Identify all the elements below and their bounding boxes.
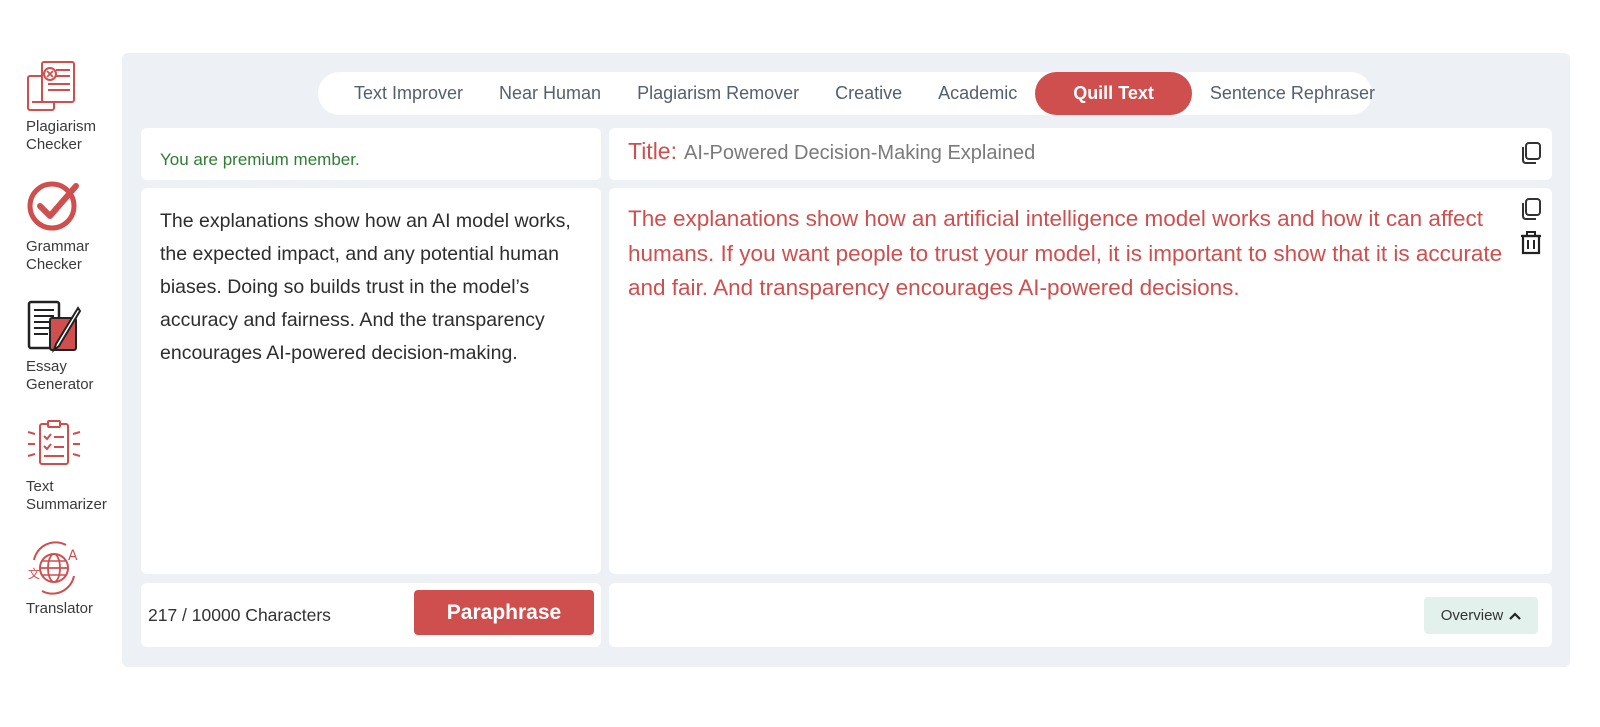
tab-creative[interactable]: Creative	[817, 72, 920, 115]
sidebar-item-label-line1: Grammar	[26, 238, 90, 255]
overview-label: Overview	[1440, 607, 1504, 624]
copy-output-icon[interactable]	[1518, 196, 1544, 222]
tab-quill-text[interactable]: Quill Text	[1035, 72, 1192, 115]
sidebar-item-essay-generator[interactable]: Essay Generator	[26, 298, 118, 394]
sidebar-item-text-summarizer[interactable]: Text Summarizer	[26, 418, 118, 514]
text-summarizer-icon	[27, 420, 81, 465]
output-text-area: The explanations show how an artificial …	[609, 188, 1552, 574]
sidebar-item-grammar-checker[interactable]: Grammar Checker	[26, 178, 118, 274]
sidebar-item-label-line2: Checker	[26, 136, 82, 153]
sidebar-item-label-line1: Text	[26, 478, 54, 495]
output-footer: Overview	[609, 583, 1552, 647]
trash-icon[interactable]	[1518, 230, 1544, 256]
output-text: The explanations show how an artificial …	[628, 206, 1503, 300]
output-title-card: Title: AI-Powered Decision-Making Explai…	[609, 128, 1552, 180]
mode-tabs: Text Improver Near Human Plagiarism Remo…	[318, 72, 1375, 115]
sidebar-item-label-line2: Generator	[26, 376, 94, 393]
tab-sentence-rephraser[interactable]: Sentence Rephraser	[1192, 72, 1393, 115]
tab-plagiarism-remover[interactable]: Plagiarism Remover	[619, 72, 817, 115]
copy-title-icon[interactable]	[1518, 140, 1544, 166]
paraphrase-button[interactable]: Paraphrase	[414, 590, 594, 635]
character-count: 217 / 10000 Characters	[148, 605, 331, 625]
title-value: AI-Powered Decision-Making Explained	[684, 142, 1036, 164]
title-label: Title:	[628, 138, 677, 164]
overview-button[interactable]: Overview	[1424, 597, 1538, 634]
translator-icon: 文 A	[28, 541, 78, 595]
grammar-checker-icon	[27, 181, 79, 231]
premium-status-text: You are premium member.	[160, 150, 360, 169]
chevron-up-icon	[1509, 611, 1522, 620]
input-text[interactable]: The explanations show how an AI model wo…	[160, 205, 588, 370]
sidebar-item-plagiarism-checker[interactable]: Plagiarism Checker	[26, 58, 118, 154]
sidebar-item-label-line2: Summarizer	[26, 496, 107, 513]
tab-near-human[interactable]: Near Human	[481, 72, 619, 115]
sidebar-item-label-line1: Plagiarism	[26, 118, 97, 135]
sidebar-item-label-line2: Checker	[26, 256, 82, 273]
tab-academic[interactable]: Academic	[920, 72, 1035, 115]
svg-text:文: 文	[28, 566, 40, 581]
plagiarism-checker-icon	[27, 61, 75, 111]
sidebar-item-label-line1: Translator	[26, 600, 93, 617]
sidebar-item-label-line1: Essay	[26, 358, 67, 375]
svg-text:A: A	[68, 548, 78, 564]
essay-generator-icon	[27, 300, 82, 353]
input-footer: 217 / 10000 Characters Paraphrase	[141, 583, 601, 647]
premium-status-card: You are premium member.	[141, 128, 601, 180]
sidebar-item-translator[interactable]: 文 A Translator	[26, 540, 118, 618]
tab-text-improver[interactable]: Text Improver	[336, 72, 481, 115]
input-text-area[interactable]: The explanations show how an AI model wo…	[141, 188, 601, 574]
